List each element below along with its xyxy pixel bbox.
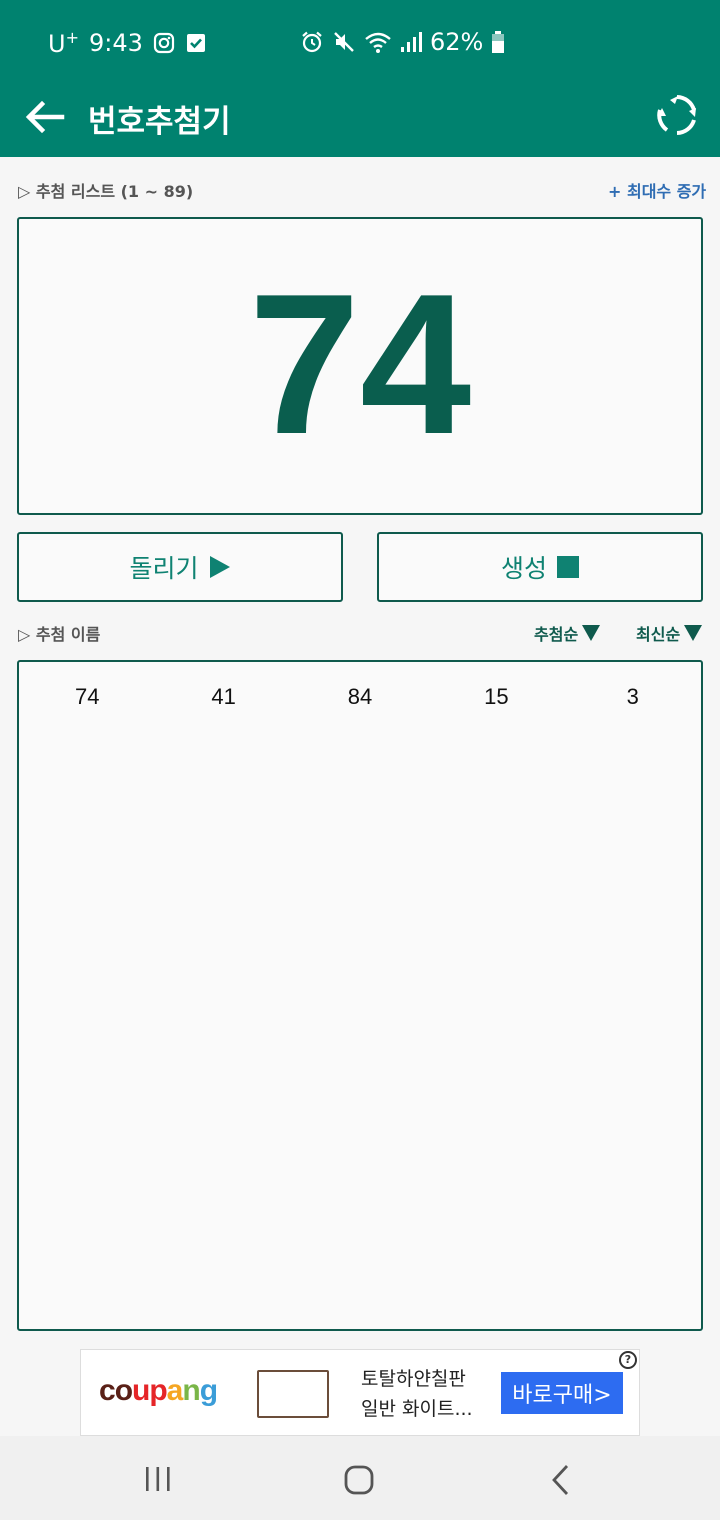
- spin-button-label: 돌리기: [129, 554, 199, 583]
- buy-now-button[interactable]: 바로구매>: [501, 1372, 623, 1414]
- status-right: 62%: [300, 28, 505, 56]
- logo-letter: g: [199, 1374, 218, 1407]
- coupang-logo: coupang: [99, 1374, 218, 1408]
- instagram-icon: [153, 32, 174, 54]
- sort-draw-order-label: 추첨순: [534, 625, 579, 644]
- current-number: 74: [248, 253, 472, 476]
- system-nav-bar: [0, 1436, 720, 1520]
- carrier-label: U+: [48, 28, 79, 58]
- result-item: 74: [74, 684, 100, 709]
- logo-letter: a: [166, 1374, 184, 1407]
- app-bar: 번호추첨기: [0, 84, 720, 157]
- sort-draw-order-button[interactable]: 추첨순: [534, 621, 601, 645]
- stop-icon: [557, 556, 579, 578]
- triangle-down-icon: [582, 625, 601, 641]
- result-item: 84: [347, 684, 373, 709]
- back-arrow-icon[interactable]: [22, 94, 68, 140]
- carrier-sup: +: [65, 28, 79, 47]
- signal-icon: [401, 32, 422, 52]
- battery-percent: 62%: [430, 28, 484, 56]
- refresh-icon[interactable]: [654, 92, 700, 138]
- generate-button-label: 생성: [500, 554, 547, 583]
- ad-banner[interactable]: coupang 토탈하얀칠판 일반 화이트... 바로구매> ?: [80, 1349, 640, 1436]
- status-bar: U+ 9:43 62%: [0, 0, 720, 84]
- wifi-icon: [365, 32, 391, 53]
- back-nav-icon[interactable]: [550, 1464, 572, 1496]
- status-left: U+ 9:43: [48, 28, 207, 58]
- recent-apps-icon[interactable]: [144, 1466, 172, 1492]
- sort-latest-label: 최신순: [636, 625, 681, 644]
- screen: U+ 9:43 62% 번호추첨기 ▷ 추첨 리스트 (1 ~ 89) + 최대…: [0, 0, 720, 1520]
- result-item: 15: [484, 684, 509, 709]
- ad-line-1: 토탈하얀칠판: [361, 1368, 466, 1390]
- mute-icon: [334, 32, 354, 52]
- play-icon: [209, 556, 230, 578]
- spin-button[interactable]: 돌리기: [17, 532, 343, 602]
- logo-letter: c: [99, 1374, 116, 1407]
- ad-line-2: 일반 화이트...: [361, 1398, 473, 1420]
- result-item: 3: [626, 684, 639, 709]
- increase-max-link[interactable]: + 최대수 증가: [608, 178, 706, 202]
- draw-list-label: ▷ 추첨 리스트 (1 ~ 89): [18, 182, 194, 201]
- logo-letter: p: [149, 1374, 167, 1407]
- result-item: 41: [211, 684, 236, 709]
- triangle-down-icon: [684, 625, 703, 641]
- ad-info-icon[interactable]: ?: [619, 1351, 637, 1369]
- logo-letter: n: [182, 1374, 200, 1407]
- sort-latest-button[interactable]: 최신순: [636, 621, 703, 645]
- checkbox-icon: [186, 34, 205, 52]
- logo-letter: u: [132, 1374, 150, 1407]
- current-number-panel: 74: [17, 217, 703, 515]
- results-label: ▷ 추첨 이름: [18, 625, 101, 644]
- battery-icon: [492, 31, 505, 53]
- whiteboard-image: [257, 1370, 329, 1418]
- results-panel: 74 41 84 15 3: [17, 660, 703, 1331]
- generate-button[interactable]: 생성: [377, 532, 703, 602]
- clock: 9:43: [88, 29, 143, 57]
- home-icon[interactable]: [344, 1465, 374, 1495]
- carrier-text: U: [48, 30, 66, 58]
- logo-letter: o: [114, 1374, 133, 1407]
- ad-product-text: 토탈하얀칠판 일반 화이트...: [361, 1364, 473, 1424]
- page-title: 번호추첨기: [88, 104, 231, 140]
- results-list: 74 41 84 15 3: [19, 662, 701, 710]
- alarm-icon: [302, 31, 322, 53]
